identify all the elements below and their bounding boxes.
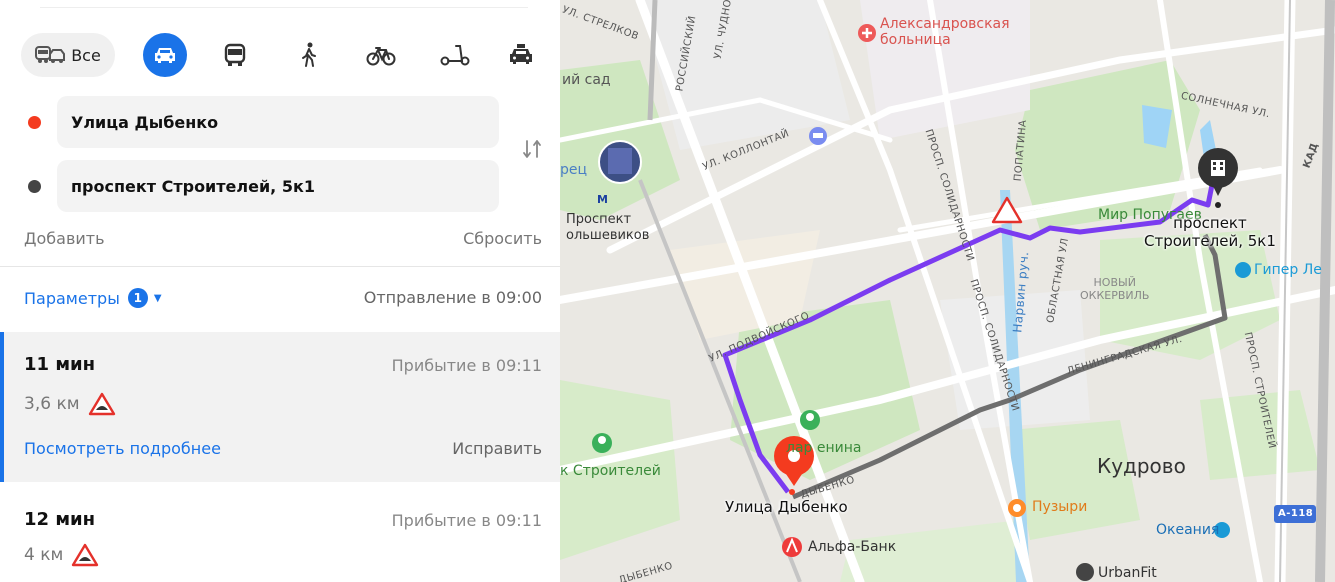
- walk-icon: [302, 42, 316, 67]
- route-distance: 3,6 км: [24, 394, 80, 414]
- route-fix-link[interactable]: Исправить: [452, 439, 542, 458]
- route-details-link[interactable]: Посмотреть подробнее: [24, 439, 221, 458]
- poi-hospital[interactable]: Александровская больница: [880, 16, 1010, 48]
- route-distance-row: 4 км: [24, 543, 99, 567]
- poi-label: лар енина: [786, 440, 862, 456]
- route-option-selected[interactable]: 11 мин Прибытие в 09:11 3,6 км Посмотрет…: [0, 332, 560, 482]
- mode-car-button[interactable]: [143, 33, 187, 77]
- poi-metro-station[interactable]: Проспект ольшевиков: [566, 212, 649, 244]
- divider: [0, 266, 560, 267]
- transport-mode-bar: Все: [21, 33, 551, 77]
- params-dropdown[interactable]: Параметры 1 ▼: [24, 288, 162, 308]
- speed-bump-icon: [88, 392, 115, 416]
- chevron-down-icon: ▼: [153, 292, 162, 304]
- route-panel: Все Улица Дыбенко проспект Строителей, 5…: [0, 0, 560, 582]
- route-arrival: Прибытие в 09:11: [391, 511, 542, 530]
- departure-time-selector[interactable]: Отправление в 09:00: [364, 288, 542, 307]
- mode-walk-button[interactable]: [291, 33, 327, 77]
- start-pin-label: Улица Дыбенко: [725, 498, 848, 516]
- poi-label[interactable]: Океания: [1156, 522, 1219, 538]
- mode-all-label: Все: [71, 45, 101, 65]
- route-number-label: А-118: [1278, 508, 1314, 519]
- scooter-icon: [440, 45, 470, 66]
- route-duration: 11 мин: [24, 354, 96, 375]
- start-point-marker: [28, 116, 41, 129]
- from-field[interactable]: Улица Дыбенко: [57, 96, 499, 148]
- panel-top-edge: [40, 0, 528, 8]
- route-distance: 4 км: [24, 545, 64, 565]
- mode-bicycle-button[interactable]: [361, 33, 401, 77]
- car-icon: [155, 48, 175, 63]
- bus-icon: [224, 43, 246, 66]
- swap-points-icon[interactable]: [519, 136, 545, 162]
- route-distance-row: 3,6 км: [24, 392, 116, 416]
- district-label: НОВЫЙ ОККЕРВИЛЬ: [1080, 276, 1150, 302]
- params-count-badge: 1: [127, 288, 148, 308]
- poi-label: рец: [560, 162, 588, 178]
- district-label: Кудрово: [1097, 454, 1186, 478]
- params-label: Параметры: [24, 288, 120, 308]
- route-arrival: Прибытие в 09:11: [391, 356, 542, 375]
- mode-all-button[interactable]: Все: [21, 33, 115, 77]
- multi-transport-icon: [35, 46, 66, 63]
- taxi-icon: [510, 44, 532, 64]
- mode-taxi-button[interactable]: [501, 33, 541, 77]
- poi-label: ий сад: [562, 72, 611, 88]
- to-field[interactable]: проспект Строителей, 5к1: [57, 160, 499, 212]
- route-option[interactable]: 12 мин Прибытие в 09:11 4 км: [0, 483, 560, 582]
- poi-label[interactable]: UrbanFit: [1098, 565, 1157, 581]
- mode-bus-button[interactable]: [217, 33, 253, 77]
- route-duration: 12 мин: [24, 509, 96, 530]
- poi-label[interactable]: Альфа-Банк: [808, 539, 896, 555]
- bicycle-icon: [366, 47, 396, 66]
- to-value: проспект Строителей, 5к1: [71, 176, 315, 196]
- metro-icon: М: [597, 193, 608, 206]
- speed-bump-icon: [72, 543, 99, 567]
- from-value: Улица Дыбенко: [71, 112, 219, 132]
- mode-scooter-button[interactable]: [435, 33, 475, 77]
- reset-route-link[interactable]: Сбросить: [463, 229, 542, 248]
- map-view[interactable]: УЛ. СТРЕЛКОВ РОССИЙСКИЙ УЛ. ЧУДНОВ УЛ. К…: [560, 0, 1335, 582]
- poi-label[interactable]: Гипер Ле: [1254, 262, 1322, 278]
- add-point-link[interactable]: Добавить: [24, 229, 105, 248]
- poi-label: к Строителей: [560, 463, 661, 479]
- end-pin-label: проспект Строителей, 5к1: [1144, 214, 1276, 250]
- poi-label[interactable]: Пузыри: [1032, 499, 1087, 515]
- end-point-marker: [28, 180, 41, 193]
